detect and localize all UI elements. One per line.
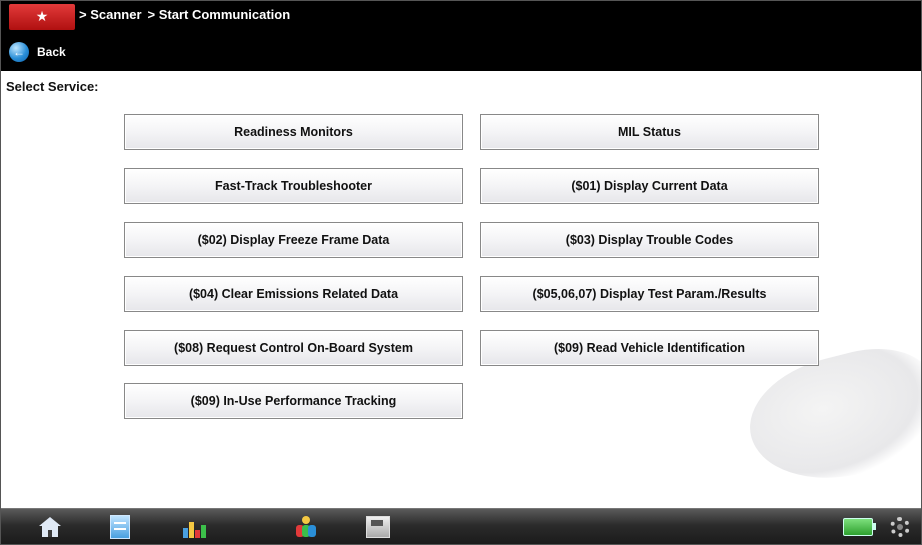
save-icon [366,516,390,538]
select-service-label: Select Service: [6,79,99,94]
breadcrumb-scanner[interactable]: > Scanner [79,7,142,22]
display-freeze-frame-data-button[interactable]: ($02) Display Freeze Frame Data [124,222,463,258]
readiness-monitors-button[interactable]: Readiness Monitors [124,114,463,150]
settings-icon [890,517,910,537]
app-window: ★ > Scanner > Start Communication ← Back… [0,0,922,545]
save-button[interactable] [363,514,393,540]
chart-icon [183,516,206,538]
back-button[interactable]: ← Back [9,42,66,62]
breadcrumb-start-communication: > Start Communication [147,7,291,22]
settings-button[interactable] [885,514,915,540]
home-button[interactable] [35,514,65,540]
display-test-param-results-button[interactable]: ($05,06,07) Display Test Param./Results [480,276,819,312]
data-list-button[interactable] [105,514,135,540]
fast-track-troubleshooter-button[interactable]: Fast-Track Troubleshooter [124,168,463,204]
home-icon [39,517,61,537]
request-control-onboard-system-button[interactable]: ($08) Request Control On-Board System [124,330,463,366]
bottom-toolbar [1,508,921,544]
back-arrow-icon: ← [9,42,29,62]
user-button[interactable] [291,514,321,540]
person-icon [294,515,318,539]
display-trouble-codes-button[interactable]: ($03) Display Trouble Codes [480,222,819,258]
in-use-performance-tracking-button[interactable]: ($09) In-Use Performance Tracking [124,383,463,419]
breadcrumb: > Scanner > Start Communication [79,7,290,22]
battery-status[interactable] [843,514,876,540]
clear-emissions-data-button[interactable]: ($04) Clear Emissions Related Data [124,276,463,312]
data-list-icon [110,515,130,539]
mil-status-button[interactable]: MIL Status [480,114,819,150]
app-logo: ★ [9,4,75,30]
back-label: Back [37,45,66,59]
logo-mark: ★ [35,9,49,25]
chart-button[interactable] [179,514,209,540]
top-bar: ★ > Scanner > Start Communication ← Back [1,1,921,71]
read-vehicle-identification-button[interactable]: ($09) Read Vehicle Identification [480,330,819,366]
battery-icon [843,518,876,536]
display-current-data-button[interactable]: ($01) Display Current Data [480,168,819,204]
